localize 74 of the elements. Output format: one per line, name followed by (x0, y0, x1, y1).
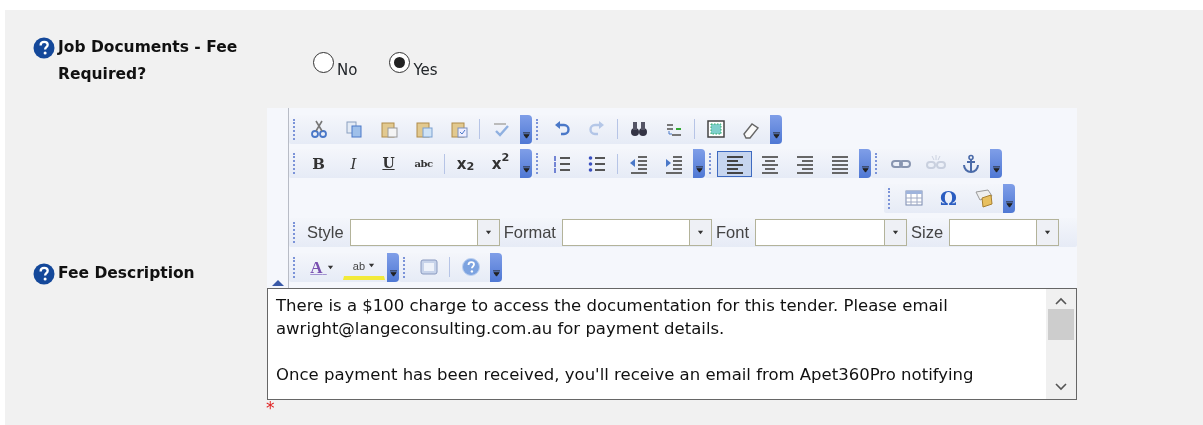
help-icon[interactable] (33, 263, 55, 285)
align-left-icon (724, 153, 745, 174)
combo-label: Font (715, 222, 749, 244)
strikethrough-button[interactable]: abc (406, 150, 441, 177)
superscript-button[interactable]: x$^{2}$ (483, 150, 518, 177)
scissors-icon (308, 119, 329, 140)
paragraph: There is a $100 charge to access the documentation for this tender. Please email awright@langeconsulting.com.au for payment details. (276, 294, 949, 340)
toolbar-overflow-button[interactable] (520, 149, 532, 179)
caret-icon (861, 166, 869, 174)
radio-button[interactable] (313, 52, 334, 73)
radio-label: Yes (413, 60, 438, 81)
field-label: Job Documents - Fee Required? (58, 37, 239, 86)
caret-icon (892, 229, 899, 237)
dropdown-field[interactable] (349, 219, 500, 247)
bold-button[interactable]: B (301, 150, 336, 177)
page-break-icon (973, 188, 994, 209)
toolbar-overflow-button[interactable] (990, 149, 1002, 179)
clipboard-icon (413, 119, 434, 140)
dropdown-field[interactable] (561, 219, 712, 247)
caret-icon (772, 131, 780, 139)
dropdown-field[interactable] (755, 219, 907, 247)
toolbar-overflow-button[interactable] (520, 114, 532, 144)
special-character-button[interactable]: Ω (931, 185, 966, 212)
outdent-icon (628, 153, 649, 174)
select-all-icon (705, 119, 726, 140)
combo-label: Size (911, 222, 944, 244)
required-marker: * (266, 399, 276, 417)
toolbar-overflow-button[interactable] (693, 149, 705, 179)
align-right-icon (794, 153, 815, 174)
caret-icon (492, 269, 500, 277)
caret-icon (368, 262, 376, 270)
caret-icon (1005, 200, 1013, 208)
help-icon[interactable] (33, 37, 55, 59)
align-center-icon (759, 153, 780, 174)
scroll-down-icon[interactable] (1055, 382, 1067, 391)
numbered-list-icon (551, 153, 572, 174)
toolbar-overflow-button[interactable] (859, 149, 871, 179)
anchor-icon (960, 153, 981, 174)
indent-icon (663, 153, 684, 174)
caret-icon (484, 229, 492, 237)
caret-icon (1044, 229, 1052, 237)
clipboard-icon (448, 119, 469, 140)
maximize-icon (418, 257, 439, 278)
caret-icon (389, 269, 397, 277)
caret-icon (992, 166, 1000, 174)
scroll-up-icon[interactable] (1055, 296, 1067, 305)
text-color-button[interactable]: A (301, 254, 343, 281)
help-icon (460, 257, 481, 278)
radio-label: No (337, 60, 358, 81)
combo-label: Format (503, 222, 556, 244)
caret-icon (326, 263, 334, 271)
subscript-button[interactable]: x$_{2}$ (448, 150, 483, 177)
toolbar-overflow-button[interactable] (1003, 183, 1015, 213)
table-icon (903, 188, 924, 209)
scrollbar-thumb[interactable] (1048, 308, 1074, 340)
toolbar-overflow-button[interactable] (770, 114, 782, 144)
underline-button[interactable]: U (371, 150, 406, 177)
clipboard-icon (378, 119, 399, 140)
caret-icon (696, 229, 704, 237)
dropdown-field[interactable] (949, 219, 1060, 247)
field-label: Fee Description (58, 263, 195, 284)
toolbar-overflow-button[interactable] (490, 252, 502, 282)
paragraph: Once payment has been received, you'll receive an email from Apet360Pro notifying (276, 363, 975, 386)
caret-icon (522, 166, 530, 174)
caret-icon (522, 131, 530, 139)
toolbar-overflow-button[interactable] (387, 252, 399, 282)
radio-button[interactable] (389, 52, 411, 73)
italic-button[interactable]: I (336, 150, 371, 177)
toolbar-button[interactable] (717, 150, 752, 177)
caret-icon (695, 166, 703, 174)
combo-label: Style (307, 222, 344, 244)
justify-icon (829, 153, 850, 174)
bullet-list-icon (586, 153, 607, 174)
copy-icon (343, 119, 364, 140)
